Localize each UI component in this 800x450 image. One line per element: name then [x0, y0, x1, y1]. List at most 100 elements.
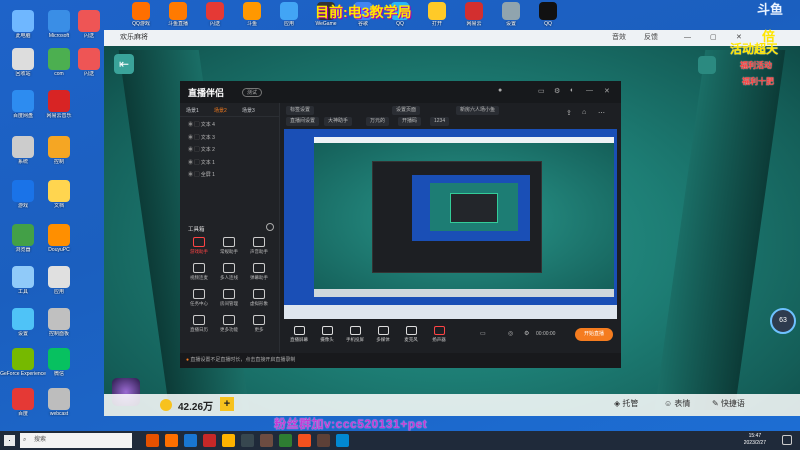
desktop-icon[interactable]: DouyuPC [36, 224, 82, 253]
maximize-icon[interactable]: ▢ [710, 30, 717, 46]
tab-scene-1[interactable]: 场景1 [186, 107, 199, 114]
taskbar-app-icon[interactable] [146, 434, 159, 447]
minimize-icon[interactable]: — [684, 30, 691, 46]
desktop-icon[interactable]: 控制面板 [36, 308, 82, 337]
settings-page-tag[interactable]: 设置页面 [392, 106, 421, 115]
room-value: 万元的 [366, 117, 390, 126]
feedback-button[interactable]: 反馈 [644, 30, 658, 46]
taskbar-app-icon[interactable] [298, 434, 311, 447]
taskbar-app-icon[interactable] [279, 434, 292, 447]
desktop-icon[interactable]: webcast [36, 388, 82, 417]
avatar-icon[interactable]: ● [498, 87, 502, 94]
taskbar-app-icon[interactable] [165, 434, 178, 447]
share-icon[interactable]: ⇪ [566, 109, 572, 117]
right-tag-1: 活动超天 [730, 42, 779, 56]
add-coins-button[interactable]: + [220, 397, 234, 411]
layer-row[interactable]: ◉ ▢ 文本 3 [180, 132, 279, 145]
toolbox-item[interactable]: 房间管理 [216, 289, 242, 307]
toolbox-item[interactable]: 常规助手 [216, 237, 242, 255]
more-icon[interactable]: ⋯ [598, 109, 605, 117]
toolbox-item[interactable]: 虚拟形象 [246, 289, 272, 307]
toolbox-item[interactable]: 多人连线 [216, 263, 242, 281]
eye-icon[interactable]: ◉ ▢ [188, 122, 201, 128]
toolbox-item[interactable]: 视频连麦 [186, 263, 212, 281]
toolbox-item[interactable]: 声音助手 [246, 237, 272, 255]
toolbox-item[interactable]: 弹幕助手 [246, 263, 272, 281]
taskbar-app-icon[interactable] [317, 434, 330, 447]
taskbar-app-icon[interactable] [222, 434, 235, 447]
top-shortcut[interactable]: 应用 [272, 2, 306, 27]
tool-label: 房间管理 [220, 301, 238, 306]
top-shortcut[interactable]: 闪送 [198, 2, 232, 27]
overlay-promo-text: 粉丝群加v:ccc520131+pet [274, 417, 428, 431]
top-shortcut[interactable]: 网易云 [457, 2, 491, 27]
minimize-icon[interactable]: — [586, 87, 593, 94]
eye-icon[interactable]: ◉ ▢ [188, 172, 201, 178]
settings-icon[interactable]: ⚙ [554, 87, 560, 95]
stream-control[interactable]: 手机投屏 [344, 326, 366, 343]
stream-control[interactable]: 直播屏幕 [288, 326, 310, 343]
toolbox-item[interactable]: 更多功能 [216, 315, 242, 333]
search-input[interactable]: ⌕ 搜索 [20, 433, 132, 448]
layer-row[interactable]: ◉ ▢ 文本 1 [180, 157, 279, 170]
close-icon[interactable]: ✕ [604, 87, 610, 95]
desktop-icon[interactable]: 文档 [36, 180, 82, 209]
start-icon[interactable] [4, 435, 15, 446]
room-title-tag[interactable]: 新房六人场小鱼 [456, 106, 500, 115]
notification-icon[interactable] [782, 435, 792, 445]
stream-control[interactable]: 扬声器 [428, 326, 450, 343]
layer-row[interactable]: ◉ ▢ 文本 4 [180, 119, 279, 132]
taskbar-app-icon[interactable] [184, 434, 197, 447]
desktop-icon[interactable]: 微信 [36, 348, 82, 377]
room-settings[interactable]: 直播间设置 [286, 117, 320, 126]
tab-scene-3[interactable]: 场景3 [242, 107, 255, 114]
desktop-icon[interactable]: 控制 [36, 136, 82, 165]
tool-label: 任务中心 [190, 301, 208, 306]
desktop-icon[interactable]: 应用 [36, 266, 82, 295]
top-shortcut[interactable]: 设置 [494, 2, 528, 27]
top-shortcut[interactable]: 斗鱼 [235, 2, 269, 27]
stream-control[interactable]: 麦克风 [400, 326, 422, 343]
taskbar-app-icon[interactable] [336, 434, 349, 447]
app-icon [12, 348, 34, 370]
layer-row[interactable]: ◉ ▢ 文本 2 [180, 144, 279, 157]
desktop-icon[interactable]: 网易云音乐 [36, 90, 82, 119]
helper-settings[interactable]: 大神助手 [324, 117, 353, 126]
top-shortcut[interactable]: QQ游戏 [124, 2, 158, 27]
toolbox-item[interactable]: 任务中心 [186, 289, 212, 307]
start-stream-button[interactable]: 开始直播 [575, 328, 613, 341]
bell-icon[interactable]: ◐ [570, 87, 574, 94]
toolbox-item[interactable]: 更多 [246, 315, 272, 333]
eye-icon[interactable]: ◉ ▢ [188, 160, 201, 166]
layer-label: 文本 3 [200, 134, 215, 141]
tag-settings[interactable]: 标签设置 [286, 106, 315, 115]
toolbox-settings-icon[interactable] [266, 223, 274, 231]
taskbar-app-icon[interactable] [241, 434, 254, 447]
emote-button[interactable]: ☺ 表情 [664, 398, 690, 409]
clock[interactable]: 15:47 2023/2/27 [744, 433, 766, 447]
top-shortcut[interactable]: 打开 [420, 2, 454, 27]
app-icon [48, 388, 70, 410]
taskbar-app-icon[interactable] [260, 434, 273, 447]
exit-icon[interactable]: ⇤ [114, 54, 134, 74]
top-shortcut[interactable]: 斗鱼直播 [161, 2, 195, 27]
eye-icon[interactable]: ◉ ▢ [188, 147, 201, 153]
tab-scene-2[interactable]: 场景2 [214, 107, 227, 114]
eye-icon[interactable]: ◉ ▢ [188, 135, 201, 141]
chat-icon: ✎ [712, 399, 721, 408]
shortcut-label: 斗鱼直播 [167, 21, 188, 27]
stream-control[interactable]: 摄像头 [316, 326, 338, 343]
lock-icon[interactable]: ⌂ [582, 109, 586, 116]
message-icon[interactable]: ▭ [538, 87, 545, 95]
toolbox-item[interactable]: 游戏助手 [186, 237, 212, 255]
quick-chat-button[interactable]: ✎ 快捷语 [712, 398, 745, 409]
trustee-button[interactable]: ◈ 托管 [614, 398, 638, 409]
layer-row[interactable]: ◉ ▢ 全屏 1 [180, 169, 279, 182]
stream-preview [284, 129, 617, 319]
toolbox-item[interactable]: 直播日历 [186, 315, 212, 333]
top-shortcut[interactable]: QQ [531, 2, 565, 27]
stream-control[interactable]: 多媒体 [372, 326, 394, 343]
taskbar-app-icon[interactable] [203, 434, 216, 447]
wallet-icon[interactable] [698, 56, 716, 74]
sound-button[interactable]: 音效 [612, 30, 626, 46]
